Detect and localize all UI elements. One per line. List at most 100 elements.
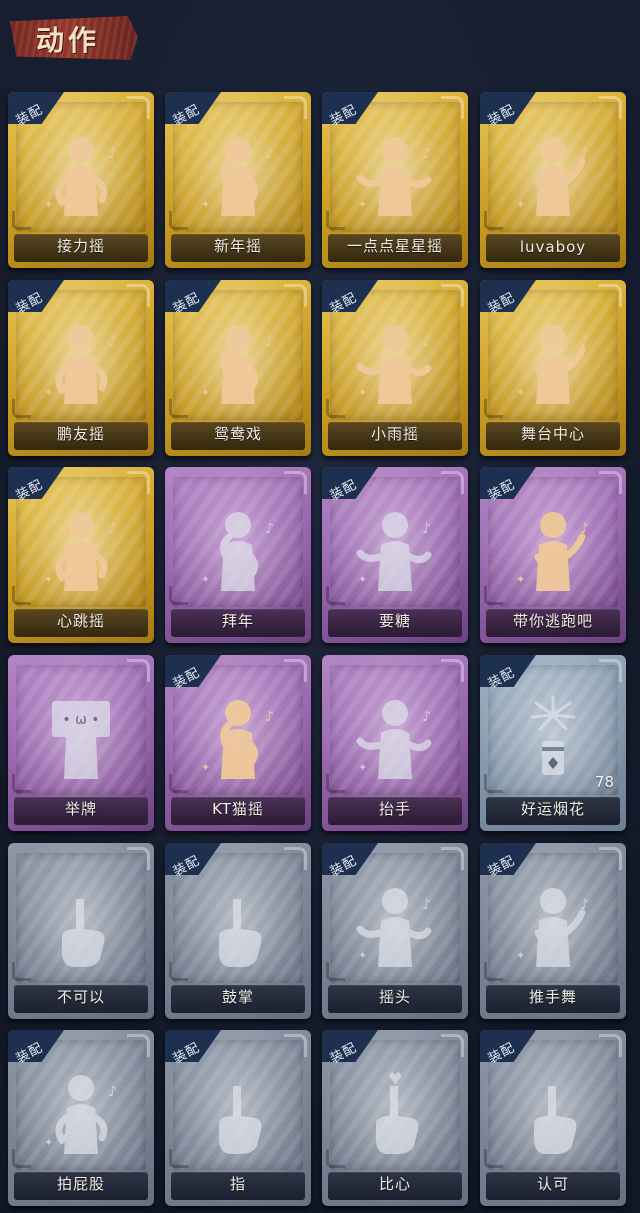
emote-card[interactable]: 不可以 (8, 843, 154, 1019)
card-ornament (127, 284, 150, 307)
figure-dance-icon: ♪ ✦ (508, 128, 598, 220)
card-ornament (599, 284, 622, 307)
figure-bow-icon: ♪ ✦ (193, 503, 283, 595)
card-ornament (169, 1149, 188, 1168)
svg-text:♪: ♪ (265, 146, 274, 162)
card-ornament (127, 96, 150, 119)
card-ornament (284, 659, 307, 682)
svg-text:♪: ♪ (265, 334, 274, 350)
emote-card[interactable]: ♪ ✦ 心跳摇 装配 (8, 467, 154, 643)
emote-card[interactable]: ♪ ✦ 鸳鸯戏 装配 (165, 280, 311, 456)
emote-card[interactable]: 鼓掌 装配 (165, 843, 311, 1019)
card-ornament (484, 399, 503, 418)
emote-card[interactable]: ♪ ✦ 一点点星星摇 装配 (322, 92, 468, 268)
figure-dance-icon: ♪ ✦ (193, 316, 283, 408)
svg-text:✦: ✦ (201, 198, 210, 211)
svg-text:♪: ♪ (422, 897, 431, 913)
emote-card[interactable]: ♪ ✦ 推手舞 装配 (480, 843, 626, 1019)
card-ornament (284, 96, 307, 119)
emote-card[interactable]: ♪ ✦ 带你逃跑吧 装配 (480, 467, 626, 643)
svg-text:♪: ♪ (108, 1084, 117, 1100)
card-label: 拍屁股 (56, 1175, 105, 1193)
card-ornament (441, 284, 464, 307)
figure-dance-icon: ♪ ✦ (36, 316, 126, 408)
svg-text:♪: ♪ (580, 521, 589, 537)
figure-push-dance-icon: ♪ ✦ (508, 879, 598, 971)
emote-card[interactable]: ♪ ✦ 新年摇 装配 (165, 92, 311, 268)
card-ornament (284, 284, 307, 307)
figure-dance-icon: ♪ ✦ (350, 128, 440, 220)
emote-card[interactable]: ♪ ✦ 要糖 装配 (322, 467, 468, 643)
emote-card[interactable]: ♪ ✦ luvaboy 装配 (480, 92, 626, 268)
card-ornament (599, 471, 622, 494)
card-ornament (169, 586, 188, 605)
emote-card[interactable]: ♪ ✦ 接力摇 装配 (8, 92, 154, 268)
card-ornament (441, 659, 464, 682)
emote-card[interactable]: 指装配 (165, 1030, 311, 1206)
card-label: 推手舞 (528, 988, 577, 1006)
svg-text:• ω •: • ω • (62, 712, 99, 728)
card-ornament (169, 962, 188, 981)
card-ornament (599, 1034, 622, 1057)
card-ornament (12, 1149, 31, 1168)
figure-point-icon: ♪ ✦ (508, 503, 598, 595)
svg-text:♥: ♥ (388, 1069, 402, 1088)
card-label: 接力摇 (56, 237, 105, 255)
emote-card[interactable]: ♪ ✦ 摇头 装配 (322, 843, 468, 1019)
svg-text:✦: ✦ (44, 1136, 53, 1149)
svg-text:✦: ✦ (201, 386, 210, 399)
emote-grid: ♪ ✦ 接力摇 装配 ♪ ✦ 新年摇 装配 ♪ ✦ 一点点星星摇 装配 ♪ ✦ luvaboy 装配 ♪ ✦ 鹏友摇… (0, 0, 640, 1213)
svg-text:♪: ♪ (422, 146, 431, 162)
card-ornament (326, 774, 345, 793)
card-label: 心跳摇 (56, 612, 105, 630)
emote-card[interactable]: ♪ ✦ 舞台中心 装配 (480, 280, 626, 456)
svg-text:✦: ✦ (201, 761, 210, 774)
card-ornament (484, 962, 503, 981)
card-label: 带你逃跑吧 (512, 612, 593, 630)
card-ornament (169, 211, 188, 230)
figure-shake-head-icon: ♪ ✦ (350, 879, 440, 971)
figure-dance-icon: ♪ ✦ (193, 128, 283, 220)
svg-text:✦: ✦ (44, 386, 53, 399)
card-ornament (127, 847, 150, 870)
card-label: 要糖 (378, 612, 411, 630)
emote-card[interactable]: ♥ 比心 装配 (322, 1030, 468, 1206)
emote-card[interactable]: ♪ ✦ 小雨摇 装配 (322, 280, 468, 456)
item-count: 78 (594, 773, 614, 791)
card-ornament (12, 211, 31, 230)
card-ornament (484, 211, 503, 230)
svg-text:♪: ♪ (422, 709, 431, 725)
emote-card[interactable]: ♪ ✦ 抬手 (322, 655, 468, 831)
card-ornament (169, 774, 188, 793)
svg-text:✦: ✦ (358, 198, 367, 211)
emote-card[interactable]: ♪ ✦ 拜年 (165, 467, 311, 643)
card-ornament (169, 399, 188, 418)
emote-card[interactable]: 78 好运烟花 装配 (480, 655, 626, 831)
svg-text:✦: ✦ (44, 573, 53, 586)
card-label: 好运烟花 (520, 800, 585, 818)
emote-card[interactable]: • ω • 举牌 (8, 655, 154, 831)
emote-card[interactable]: ♪ ✦ 鹏友摇 装配 (8, 280, 154, 456)
card-label: 不可以 (56, 988, 105, 1006)
emote-card[interactable]: ♪ ✦ 拍屁股 装配 (8, 1030, 154, 1206)
finger-wag-icon (36, 879, 126, 971)
card-ornament (284, 847, 307, 870)
svg-text:✦: ✦ (201, 573, 210, 586)
card-label: 举牌 (64, 800, 97, 818)
card-label: 小雨摇 (370, 425, 419, 443)
card-ornament (127, 659, 150, 682)
card-label: 拜年 (221, 612, 254, 630)
emote-card[interactable]: 认可 装配 (480, 1030, 626, 1206)
svg-text:♪: ♪ (108, 146, 117, 162)
svg-text:✦: ✦ (358, 761, 367, 774)
svg-text:✦: ✦ (516, 386, 525, 399)
card-label: 鸳鸯戏 (213, 425, 262, 443)
clap-icon (193, 879, 283, 971)
figure-reach-icon: ♪ ✦ (350, 503, 440, 595)
svg-text:♪: ♪ (580, 146, 589, 162)
emote-card[interactable]: ♪ ✦ KT猫摇 装配 (165, 655, 311, 831)
card-label: 比心 (378, 1175, 411, 1193)
firework-icon (508, 691, 598, 783)
card-label: KT猫摇 (212, 800, 264, 818)
card-ornament (12, 774, 31, 793)
